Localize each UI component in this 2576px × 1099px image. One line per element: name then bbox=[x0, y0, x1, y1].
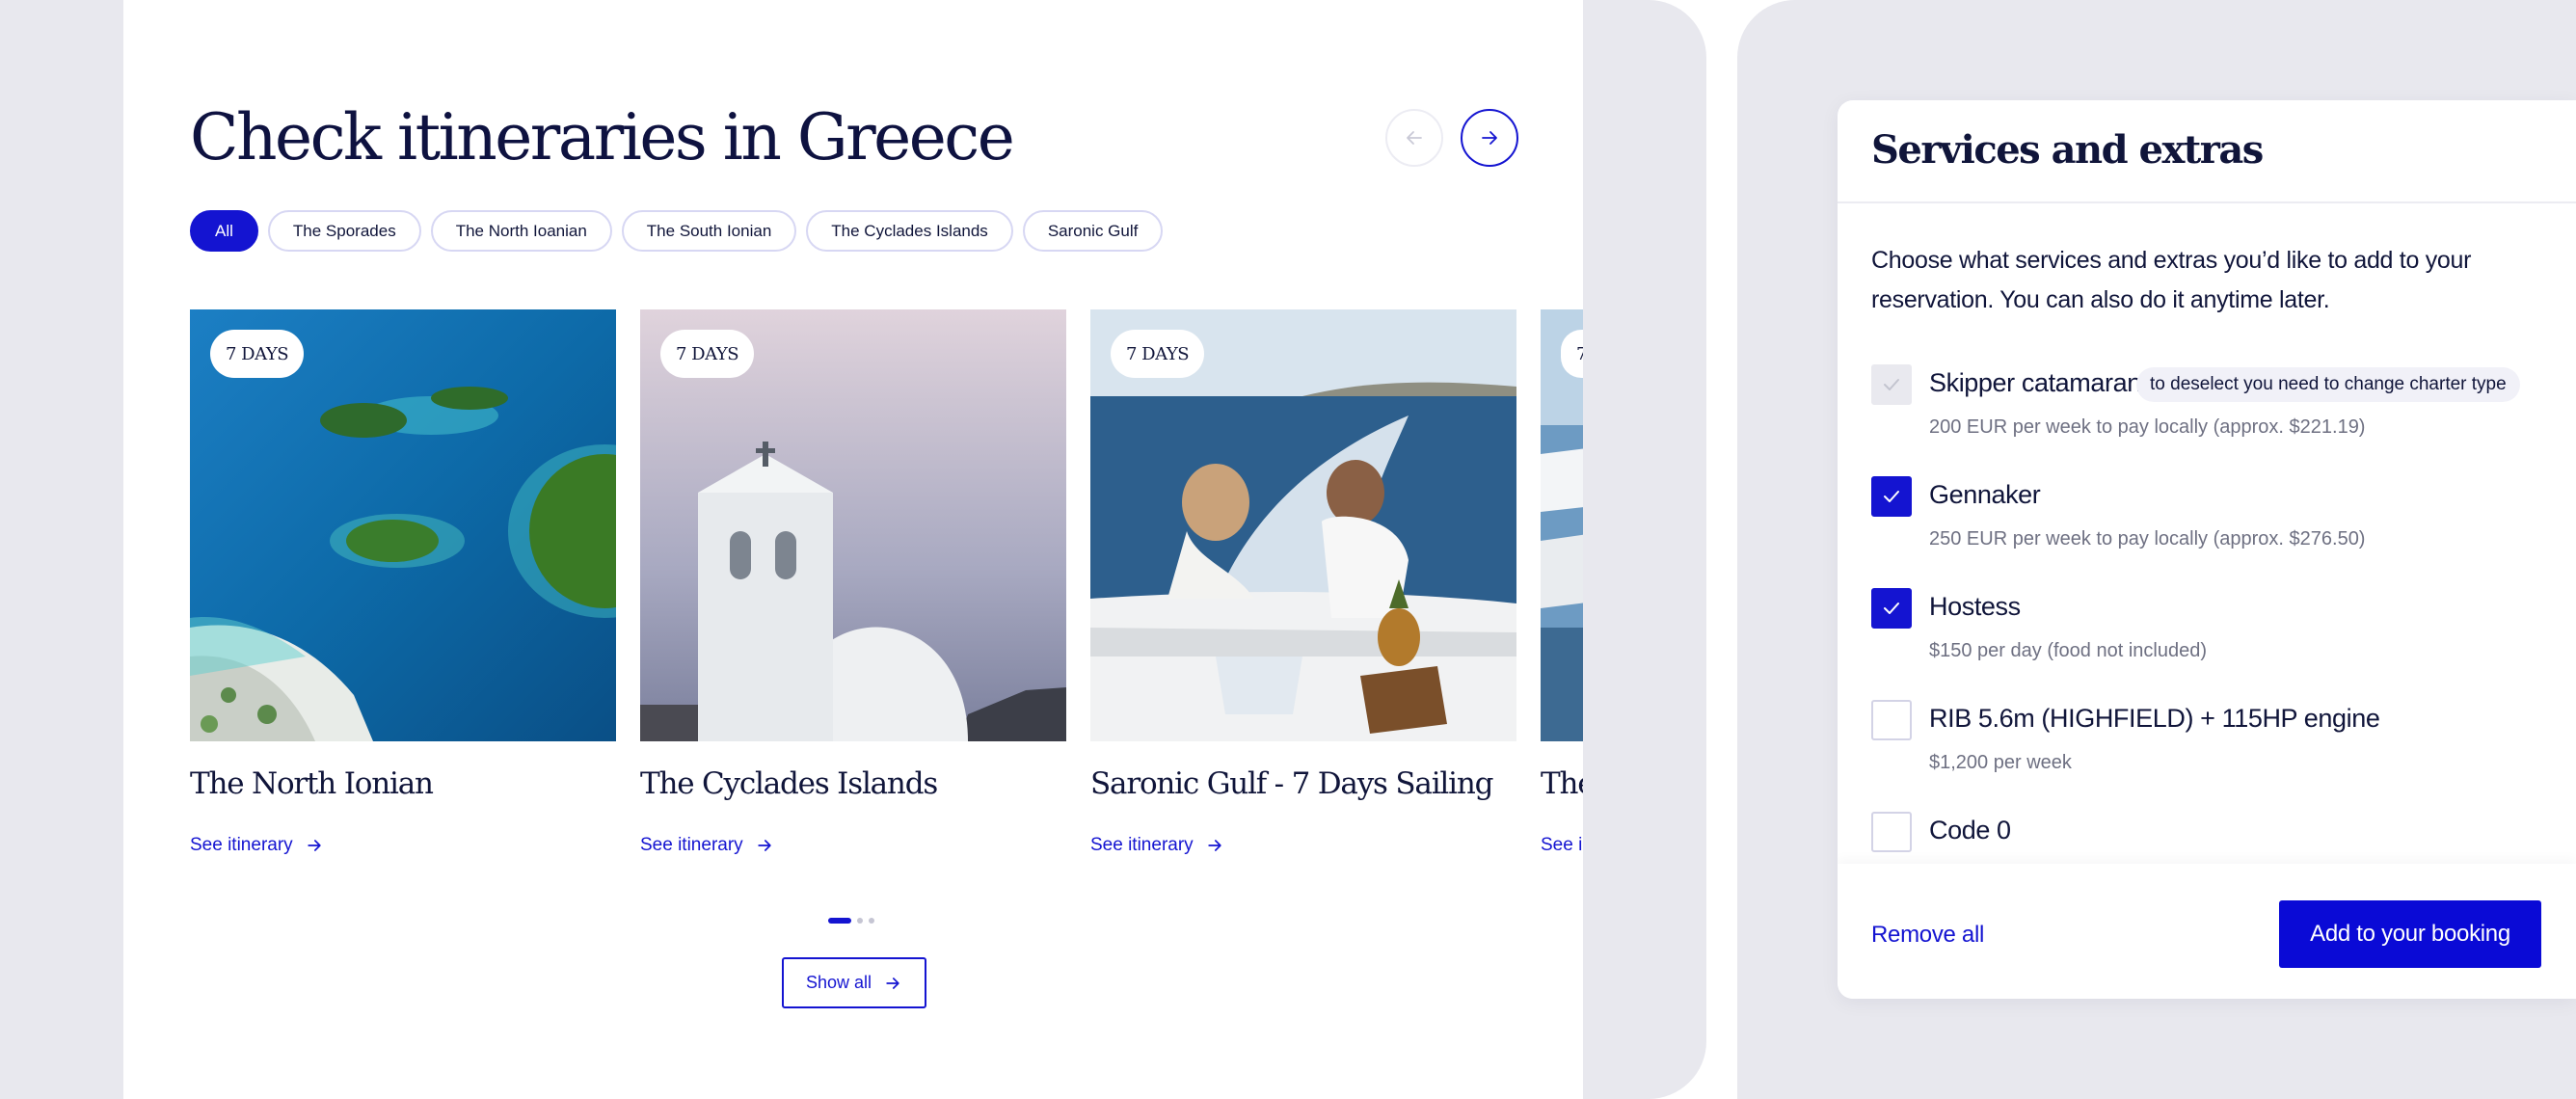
pagination-dot[interactable] bbox=[857, 918, 863, 924]
carousel-pagination bbox=[828, 918, 874, 924]
duration-badge: 7 DAYS bbox=[210, 330, 305, 378]
link-label: See itinerary bbox=[190, 835, 293, 855]
card-title: The North Ionian bbox=[190, 766, 434, 801]
card-image-north-ionian: 7 DAYS bbox=[190, 309, 616, 741]
option-price: 250 EUR per week to pay locally (approx.… bbox=[1929, 528, 2366, 550]
arrow-right-icon bbox=[308, 840, 321, 851]
option-price: $150 per day (food not included) bbox=[1929, 640, 2207, 661]
arrow-right-icon bbox=[758, 840, 771, 851]
option-label: Gennaker bbox=[1929, 480, 2041, 509]
check-icon bbox=[1884, 603, 1899, 614]
option-label: Code 0 bbox=[1929, 816, 2011, 844]
modal-footer: Remove all Add to your booking bbox=[1838, 864, 2576, 999]
itinerary-card[interactable]: 7 DAYS The Cyclades Islands See itinerar… bbox=[640, 309, 1066, 855]
section-title: Check itineraries in Greece bbox=[190, 100, 1015, 174]
filter-chip-south-ionian[interactable]: The South Ionian bbox=[621, 210, 797, 252]
card-image-saronic-gulf: 7 DAYS bbox=[1090, 309, 1516, 741]
check-icon bbox=[1884, 491, 1899, 502]
pagination-dot[interactable] bbox=[828, 918, 851, 924]
services-extras-modal: Services and extras Choose what services… bbox=[1838, 100, 2576, 999]
checkbox-code-0[interactable] bbox=[1871, 812, 1912, 852]
option-label: RIB 5.6m (HIGHFIELD) + 115HP engine bbox=[1929, 704, 2380, 733]
arrow-right-icon bbox=[1482, 131, 1497, 145]
pagination-dot[interactable] bbox=[869, 918, 874, 924]
checkbox-rib-engine[interactable] bbox=[1871, 700, 1912, 740]
checkbox-hostess[interactable] bbox=[1871, 588, 1912, 629]
carousel-next-button[interactable] bbox=[1461, 109, 1518, 167]
itineraries-section: Check itineraries in Greece All The Spor… bbox=[123, 0, 1583, 1099]
duration-badge: 7 DAYS bbox=[660, 330, 755, 378]
card-title: Saronic Gulf - 7 Days Sailing bbox=[1090, 766, 1493, 801]
remove-all-link[interactable]: Remove all bbox=[1871, 922, 1984, 949]
modal-title: Services and extras bbox=[1871, 127, 2264, 173]
link-label: See itinerary bbox=[1090, 835, 1194, 855]
itinerary-card[interactable]: 7 DAYS The North Ionian See itinerary bbox=[190, 309, 616, 855]
arrow-left-icon bbox=[1407, 131, 1422, 145]
itinerary-card[interactable]: 7 The See i bbox=[1541, 309, 1583, 855]
see-itinerary-link[interactable]: See itinerary bbox=[1090, 835, 1224, 856]
divider bbox=[1838, 201, 2576, 203]
region-filters: All The Sporades The North Ioanian The S… bbox=[190, 210, 1164, 252]
option-price: $1,200 per week bbox=[1929, 752, 2072, 773]
card-title: The bbox=[1541, 766, 1583, 801]
option-label: Skipper catamaran bbox=[1929, 368, 2141, 397]
arrow-right-icon bbox=[1208, 840, 1221, 851]
card-image-marina: 7 bbox=[1541, 309, 1583, 741]
filter-chip-north-ionian[interactable]: The North Ioanian bbox=[430, 210, 612, 252]
link-label: See itinerary bbox=[640, 835, 743, 855]
show-all-button[interactable]: Show all bbox=[782, 957, 926, 1008]
modal-description: Choose what services and extras you’d li… bbox=[1871, 247, 2472, 313]
filter-chip-cyclades[interactable]: The Cyclades Islands bbox=[806, 210, 1013, 252]
link-label: See i bbox=[1541, 835, 1583, 855]
itinerary-card[interactable]: 7 DAYS Saronic Gulf - 7 Days Sailing See… bbox=[1090, 309, 1516, 855]
duration-badge: 7 DAYS bbox=[1111, 330, 1205, 378]
checkbox-skipper-catamaran[interactable] bbox=[1871, 364, 1912, 405]
see-itinerary-link[interactable]: See itinerary bbox=[190, 835, 324, 856]
option-note-badge: to deselect you need to change charter t… bbox=[2136, 367, 2520, 402]
check-icon bbox=[1884, 379, 1899, 390]
filter-chip-sporades[interactable]: The Sporades bbox=[267, 210, 421, 252]
add-to-booking-button[interactable]: Add to your booking bbox=[2279, 900, 2541, 968]
checkbox-gennaker[interactable] bbox=[1871, 476, 1912, 517]
filter-chip-all[interactable]: All bbox=[190, 210, 258, 252]
arrow-right-icon bbox=[886, 977, 899, 989]
see-itinerary-link[interactable]: See itinerary bbox=[640, 835, 774, 856]
show-all-label: Show all bbox=[805, 973, 872, 992]
card-image-cyclades: 7 DAYS bbox=[640, 309, 1066, 741]
filter-chip-saronic-gulf[interactable]: Saronic Gulf bbox=[1022, 210, 1164, 252]
see-itinerary-link[interactable]: See i bbox=[1541, 835, 1582, 856]
card-title: The Cyclades Islands bbox=[640, 766, 938, 801]
option-label: Hostess bbox=[1929, 592, 2021, 621]
option-price: 200 EUR per week to pay locally (approx.… bbox=[1929, 416, 2366, 438]
carousel-prev-button[interactable] bbox=[1385, 109, 1443, 167]
